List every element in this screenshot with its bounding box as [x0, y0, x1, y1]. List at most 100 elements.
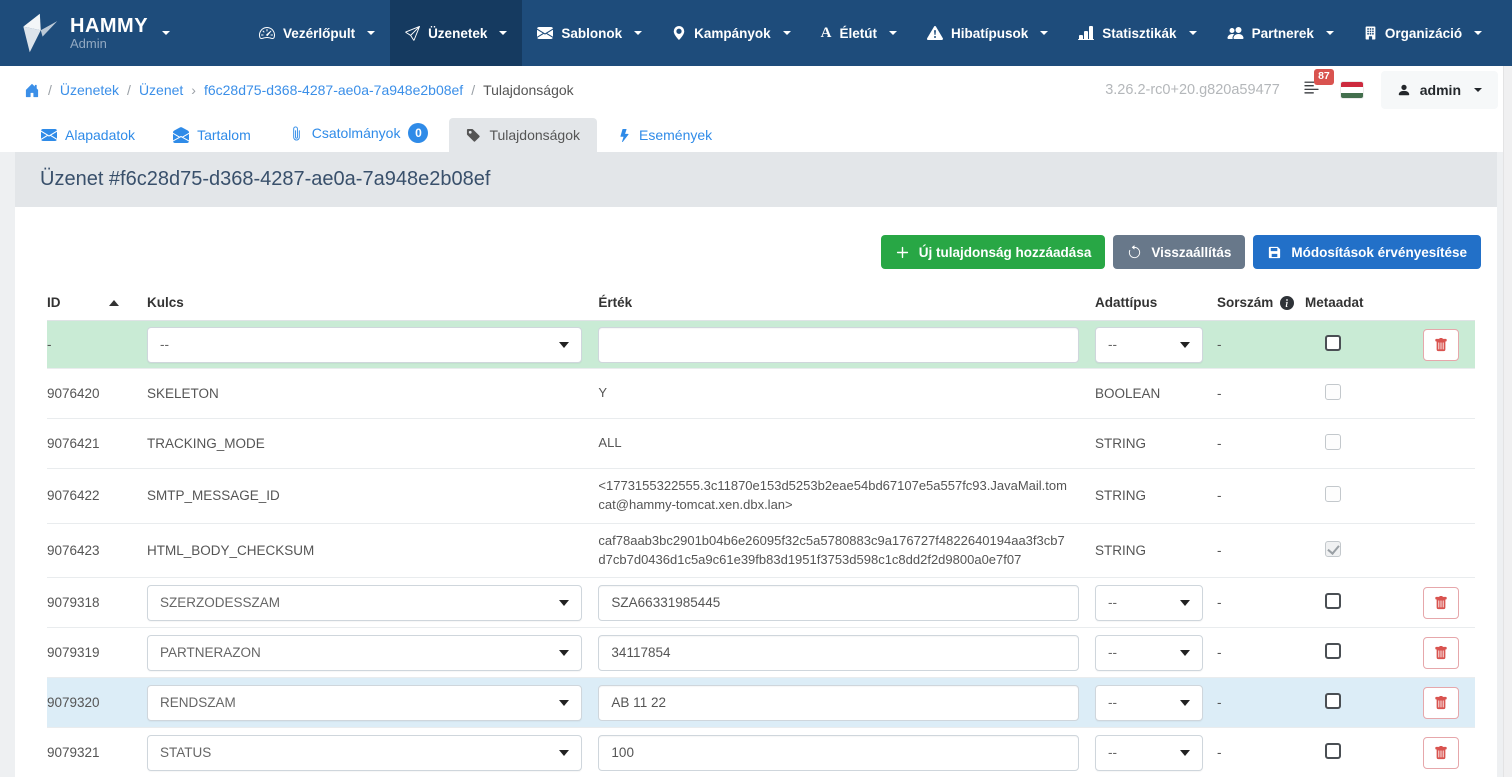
- caret-down-icon: [559, 600, 569, 606]
- row-ordinal: -: [1217, 543, 1305, 558]
- select-value: STATUS: [160, 745, 211, 760]
- datatype-select[interactable]: --: [1095, 685, 1203, 721]
- column-header-value[interactable]: Érték: [598, 295, 1095, 310]
- hungarian-flag-icon[interactable]: [1341, 82, 1363, 98]
- datatype-select[interactable]: --: [1095, 635, 1203, 671]
- user-menu[interactable]: admin: [1381, 71, 1498, 109]
- nav-item-uzenetek[interactable]: Üzenetek: [390, 0, 522, 66]
- tab-tartalom[interactable]: Tartalom: [156, 118, 268, 152]
- chevron-down-icon: [1189, 31, 1197, 35]
- row-id: 9079320: [47, 695, 147, 710]
- metadata-checkbox[interactable]: [1325, 643, 1341, 659]
- nav-item-vezerlopult[interactable]: Vezérlőpult: [244, 0, 390, 66]
- key-select[interactable]: SZERZODESSZAM: [147, 585, 582, 621]
- add-property-button[interactable]: Új tulajdonság hozzáadása: [881, 235, 1106, 269]
- value-input[interactable]: [598, 327, 1079, 363]
- breadcrumb-link[interactable]: Üzenet: [139, 82, 183, 98]
- apply-changes-button[interactable]: Módosítások érvényesítése: [1253, 235, 1481, 269]
- tab-alapadatok[interactable]: Alapadatok: [24, 118, 152, 152]
- reset-button[interactable]: Visszaállítás: [1113, 235, 1245, 269]
- delete-row-button[interactable]: [1423, 587, 1459, 619]
- column-header-datatype[interactable]: Adattípus: [1095, 295, 1217, 310]
- select-value: --: [1108, 595, 1117, 610]
- notifications-button[interactable]: 87: [1302, 78, 1321, 102]
- notification-badge: 87: [1314, 69, 1334, 85]
- header-bar: /Üzenetek/Üzenet›f6c28d75-d368-4287-ae0a…: [0, 66, 1512, 114]
- value-input[interactable]: [598, 585, 1079, 621]
- delete-row-button[interactable]: [1423, 329, 1459, 361]
- datatype-select[interactable]: --: [1095, 327, 1203, 363]
- chevron-down-icon: [367, 31, 375, 35]
- nav-item-organizacio[interactable]: Organizáció: [1349, 0, 1497, 66]
- info-circle-icon: [1280, 296, 1294, 310]
- home-breadcrumb-link[interactable]: [24, 83, 40, 98]
- column-header-id[interactable]: ID: [47, 295, 147, 310]
- value-input[interactable]: [598, 735, 1079, 771]
- caret-down-icon: [559, 700, 569, 706]
- tab-label: Tartalom: [197, 127, 251, 143]
- metadata-checkbox[interactable]: [1325, 743, 1341, 759]
- breadcrumb-link[interactable]: f6c28d75-d368-4287-ae0a-7a948e2b08ef: [204, 82, 463, 98]
- delete-row-button[interactable]: [1423, 737, 1459, 769]
- key-select[interactable]: --: [147, 327, 582, 363]
- nav-item-label: Partnerek: [1252, 26, 1314, 41]
- value-input[interactable]: [598, 685, 1079, 721]
- row-id: 9079318: [47, 595, 147, 610]
- delete-row-button[interactable]: [1423, 687, 1459, 719]
- column-header-ordinal[interactable]: Sorszám: [1217, 295, 1305, 310]
- delete-row-button[interactable]: [1423, 637, 1459, 669]
- brand-menu[interactable]: HAMMY Admin: [0, 0, 192, 66]
- datatype-select[interactable]: --: [1095, 585, 1203, 621]
- key-select[interactable]: STATUS: [147, 735, 582, 771]
- chevron-down-icon: [783, 31, 791, 35]
- nav-item-label: Vezérlőpult: [283, 26, 355, 41]
- select-value: --: [1108, 745, 1117, 760]
- trash-icon: [1434, 596, 1448, 610]
- nav-item-statisztikak[interactable]: Statisztikák: [1063, 0, 1211, 66]
- datatype-select[interactable]: --: [1095, 735, 1203, 771]
- row-ordinal: -: [1217, 488, 1305, 503]
- add-property-label: Új tulajdonság hozzáadása: [919, 245, 1092, 260]
- key-select[interactable]: PARTNERAZON: [147, 635, 582, 671]
- vertical-scrollbar[interactable]: [1503, 66, 1512, 777]
- brand-title: HAMMY: [70, 15, 148, 37]
- nav-item-sablonok[interactable]: Sablonok: [522, 0, 657, 66]
- row-id: -: [47, 337, 147, 352]
- table-row: 9076422SMTP_MESSAGE_ID<1773155322555.3c1…: [47, 469, 1475, 524]
- tab-esemenyek[interactable]: Események: [601, 118, 729, 152]
- row-id: 9076422: [47, 488, 147, 503]
- top-navbar: HAMMY Admin Vezérlőpult ÜzenetekSablonokK…: [0, 0, 1512, 66]
- table-row: 9076421TRACKING_MODEALLSTRING-: [47, 419, 1475, 469]
- table-row: 9076420SKELETONYBOOLEAN-: [47, 369, 1475, 419]
- nav-item-kampanyok[interactable]: Kampányok: [657, 0, 806, 66]
- breadcrumb-link[interactable]: Üzenetek: [60, 82, 119, 98]
- building-icon: [1364, 25, 1377, 41]
- row-ordinal: -: [1217, 337, 1305, 352]
- metadata-checkbox[interactable]: [1325, 693, 1341, 709]
- key-select[interactable]: RENDSZAM: [147, 685, 582, 721]
- column-header-metadata[interactable]: Metaadat: [1305, 295, 1423, 310]
- metadata-checkbox[interactable]: [1325, 593, 1341, 609]
- row-ordinal: -: [1217, 386, 1305, 401]
- nav-item-eletut[interactable]: AÉletút: [806, 0, 912, 66]
- nav-item-partnerek[interactable]: Partnerek: [1212, 0, 1349, 66]
- sort-ascending-icon: [109, 300, 119, 306]
- row-id: 9076423: [47, 543, 147, 558]
- breadcrumb-separator: /: [127, 82, 131, 98]
- value-input[interactable]: [598, 635, 1079, 671]
- row-id: 9076420: [47, 386, 147, 401]
- chevron-down-icon: [1040, 31, 1048, 35]
- metadata-checkbox[interactable]: [1325, 335, 1341, 351]
- brand-subtitle: Admin: [70, 37, 148, 51]
- chevron-down-icon: [634, 31, 642, 35]
- tab-csatolmanyok[interactable]: Csatolmányok0: [272, 114, 446, 152]
- tab-tulajdonsagok[interactable]: Tulajdonságok: [449, 118, 597, 152]
- row-key: SMTP_MESSAGE_ID: [147, 488, 598, 503]
- column-header-label: Sorszám: [1217, 295, 1273, 310]
- hammy-dove-logo-icon: [16, 11, 60, 55]
- row-ordinal: -: [1217, 595, 1305, 610]
- column-header-key[interactable]: Kulcs: [147, 295, 598, 310]
- breadcrumb-current: Tulajdonságok: [483, 82, 574, 98]
- table-header-row: ID Kulcs Érték Adattípus Sorszám Metaada…: [47, 285, 1475, 321]
- nav-item-hibatipusok[interactable]: Hibatípusok: [912, 0, 1063, 66]
